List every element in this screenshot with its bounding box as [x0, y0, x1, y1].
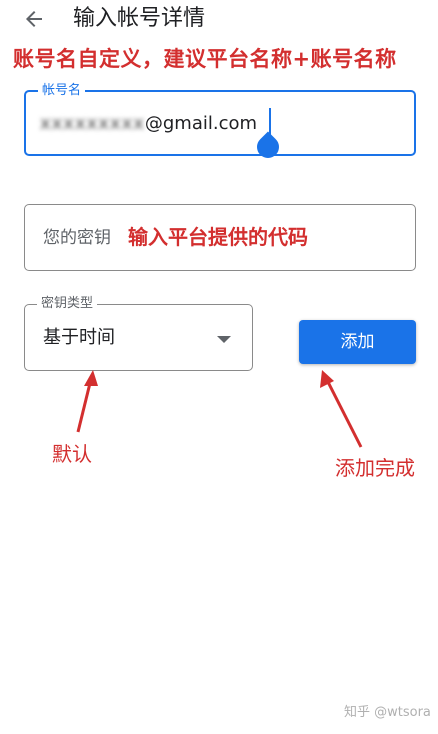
- arrow-to-key-type: [76, 378, 93, 433]
- annotation-default: 默认: [52, 442, 92, 466]
- arrow-head-key-type: [84, 370, 98, 386]
- annotation-add-done: 添加完成: [335, 456, 415, 480]
- arrow-head-add-button: [320, 370, 334, 388]
- arrow-to-add-button: [325, 379, 363, 448]
- watermark: 知乎 @wtsora: [344, 705, 431, 720]
- annotation-arrows: [76, 370, 363, 448]
